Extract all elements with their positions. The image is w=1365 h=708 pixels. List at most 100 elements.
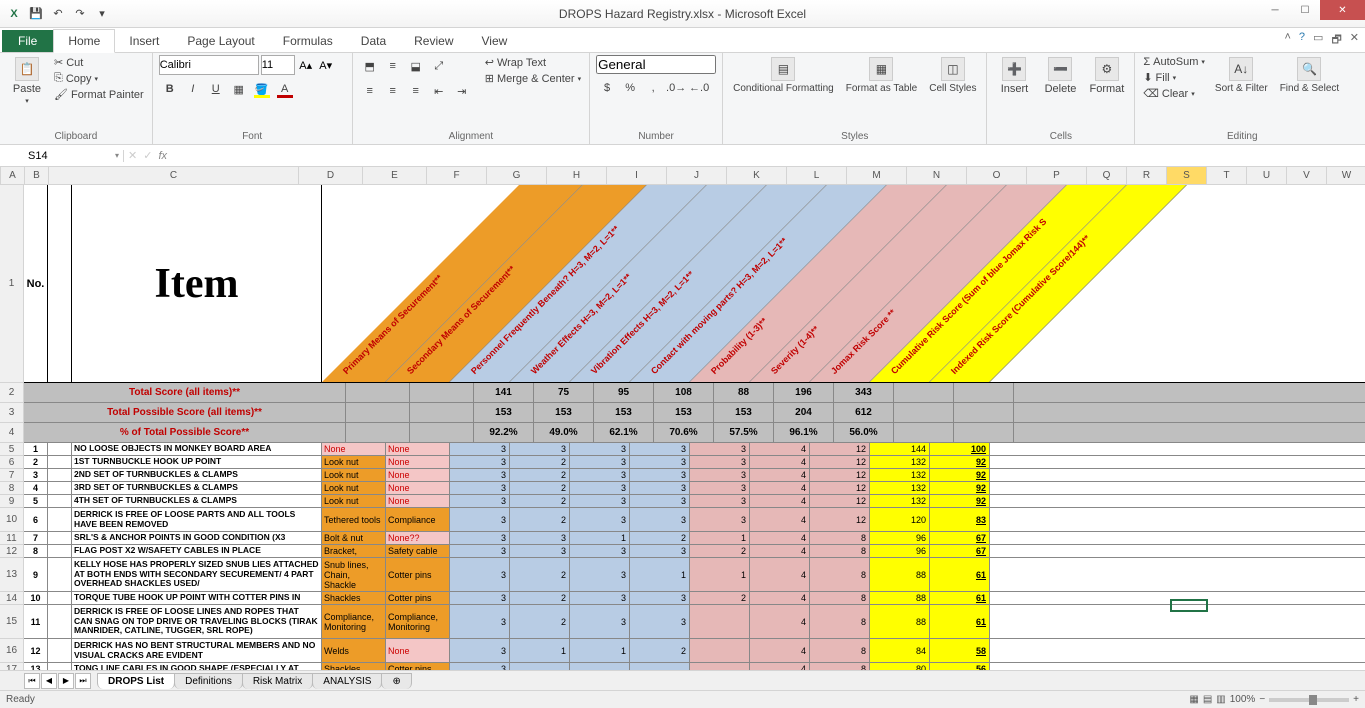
decrease-indent-button[interactable]: ⇤: [428, 80, 450, 102]
view-break-icon[interactable]: ▥: [1216, 694, 1225, 705]
cancel-formula-icon[interactable]: ✕: [128, 149, 137, 162]
table-row[interactable]: 9KELLY HOSE HAS PROPERLY SIZED SNUB LIES…: [24, 558, 1365, 592]
col-header-P[interactable]: P: [1027, 167, 1087, 184]
table-row[interactable]: 54TH SET OF TURNBUCKLES & CLAMPSLook nut…: [24, 495, 1365, 508]
percent-button[interactable]: %: [619, 77, 641, 99]
maximize-button[interactable]: ☐: [1290, 0, 1320, 20]
col-header-J[interactable]: J: [667, 167, 727, 184]
col-header-O[interactable]: O: [967, 167, 1027, 184]
table-row[interactable]: 43RD SET OF TURNBUCKLES & CLAMPSLook nut…: [24, 482, 1365, 495]
orientation-button[interactable]: ⤢: [428, 55, 450, 77]
font-size-input[interactable]: [261, 55, 295, 75]
table-row[interactable]: 7SRL'S & ANCHOR POINTS IN GOOD CONDITION…: [24, 532, 1365, 545]
close-button[interactable]: ✕: [1320, 0, 1365, 20]
col-header-H[interactable]: H: [547, 167, 607, 184]
increase-indent-button[interactable]: ⇥: [451, 80, 473, 102]
minimize-button[interactable]: ─: [1260, 0, 1290, 20]
col-header-E[interactable]: E: [363, 167, 427, 184]
sheet-nav-last[interactable]: ⏭: [75, 673, 91, 689]
table-row[interactable]: 32ND SET OF TURNBUCKLES & CLAMPSLook nut…: [24, 469, 1365, 482]
qat-dropdown-icon[interactable]: ▾: [92, 4, 112, 24]
sheet-nav-prev[interactable]: ◀: [41, 673, 57, 689]
sheet-tab-risk-matrix[interactable]: Risk Matrix: [242, 673, 313, 689]
row-header-2[interactable]: 2: [0, 383, 23, 403]
font-color-button[interactable]: A: [274, 78, 296, 100]
help-icon[interactable]: ?: [1299, 31, 1305, 50]
align-left-button[interactable]: ≡: [359, 80, 381, 102]
name-box[interactable]: S14▾: [24, 150, 124, 162]
align-right-button[interactable]: ≡: [405, 80, 427, 102]
col-header-R[interactable]: R: [1127, 167, 1167, 184]
save-icon[interactable]: 💾: [26, 4, 46, 24]
row-header-10[interactable]: 10: [0, 508, 23, 532]
align-middle-button[interactable]: ≡: [382, 55, 404, 77]
grow-font-button[interactable]: A▴: [297, 59, 315, 72]
table-row[interactable]: 12DERRICK HAS NO BENT STRUCTURAL MEMBERS…: [24, 639, 1365, 663]
enter-formula-icon[interactable]: ✓: [143, 149, 152, 162]
tab-review[interactable]: Review: [400, 30, 467, 52]
minimize-ribbon-icon[interactable]: ˄: [1284, 31, 1290, 50]
clear-button[interactable]: ⌫Clear▾: [1141, 86, 1207, 101]
table-row[interactable]: 10TORQUE TUBE HOOK UP POINT WITH COTTER …: [24, 592, 1365, 605]
delete-cells-button[interactable]: ➖Delete: [1039, 55, 1081, 97]
sort-filter-button[interactable]: A↓Sort & Filter: [1211, 55, 1272, 96]
new-sheet-button[interactable]: ⊕: [381, 673, 411, 689]
zoom-slider[interactable]: [1269, 698, 1349, 702]
paste-button[interactable]: 📋Paste▾: [6, 55, 48, 107]
fill-button[interactable]: ⬇Fill▾: [1141, 70, 1207, 85]
col-header-T[interactable]: T: [1207, 167, 1247, 184]
wrap-text-button[interactable]: ↩Wrap Text: [483, 55, 583, 70]
underline-button[interactable]: U: [205, 78, 227, 100]
sheet-tab-definitions[interactable]: Definitions: [174, 673, 243, 689]
table-row[interactable]: 11DERRICK IS FREE OF LOOSE LINES AND ROP…: [24, 605, 1365, 639]
currency-button[interactable]: $: [596, 77, 618, 99]
tab-formulas[interactable]: Formulas: [269, 30, 347, 52]
tab-insert[interactable]: Insert: [115, 30, 173, 52]
row-header-9[interactable]: 9: [0, 495, 23, 508]
ribbon-min-icon[interactable]: ▭: [1313, 31, 1323, 50]
insert-cells-button[interactable]: ➕Insert: [993, 55, 1035, 97]
col-header-C[interactable]: C: [49, 167, 299, 184]
col-header-I[interactable]: I: [607, 167, 667, 184]
fx-icon[interactable]: fx: [158, 150, 167, 162]
col-header-S[interactable]: S: [1167, 167, 1207, 184]
tab-page-layout[interactable]: Page Layout: [173, 30, 268, 52]
col-header-V[interactable]: V: [1287, 167, 1327, 184]
col-header-U[interactable]: U: [1247, 167, 1287, 184]
table-row[interactable]: 1NO LOOSE OBJECTS IN MONKEY BOARD AREANo…: [24, 443, 1365, 456]
col-header-B[interactable]: B: [25, 167, 49, 184]
col-header-A[interactable]: A: [1, 167, 25, 184]
row-header-7[interactable]: 7: [0, 469, 23, 482]
comma-button[interactable]: ,: [642, 77, 664, 99]
row-header-15[interactable]: 15: [0, 605, 23, 639]
row-header-13[interactable]: 13: [0, 558, 23, 592]
col-header-G[interactable]: G: [487, 167, 547, 184]
align-center-button[interactable]: ≡: [382, 80, 404, 102]
autosum-button[interactable]: ΣAutoSum▾: [1141, 55, 1207, 69]
col-header-D[interactable]: D: [299, 167, 363, 184]
conditional-formatting-button[interactable]: ▤Conditional Formatting: [729, 55, 838, 96]
col-header-N[interactable]: N: [907, 167, 967, 184]
bold-button[interactable]: B: [159, 78, 181, 100]
undo-icon[interactable]: ↶: [48, 4, 68, 24]
row-header-6[interactable]: 6: [0, 456, 23, 469]
sheet-nav-first[interactable]: ⏮: [24, 673, 40, 689]
sheet-nav-next[interactable]: ▶: [58, 673, 74, 689]
sheet-tab-drops-list[interactable]: DROPS List: [97, 673, 175, 689]
col-header-M[interactable]: M: [847, 167, 907, 184]
find-select-button[interactable]: 🔍Find & Select: [1276, 55, 1343, 96]
tab-home[interactable]: Home: [53, 29, 115, 53]
row-header-11[interactable]: 11: [0, 532, 23, 545]
align-bottom-button[interactable]: ⬓: [405, 55, 427, 77]
col-header-Q[interactable]: Q: [1087, 167, 1127, 184]
zoom-in-button[interactable]: +: [1353, 694, 1359, 705]
col-header-K[interactable]: K: [727, 167, 787, 184]
decrease-decimal-button[interactable]: ←.0: [688, 77, 710, 99]
copy-button[interactable]: ⎘Copy▾: [52, 71, 146, 86]
increase-decimal-button[interactable]: .0→: [665, 77, 687, 99]
formula-input[interactable]: [173, 150, 1361, 162]
ribbon-restore-icon[interactable]: 🗗: [1331, 31, 1341, 50]
tab-data[interactable]: Data: [347, 30, 400, 52]
row-header-1[interactable]: 1: [0, 185, 23, 383]
row-header-12[interactable]: 12: [0, 545, 23, 558]
